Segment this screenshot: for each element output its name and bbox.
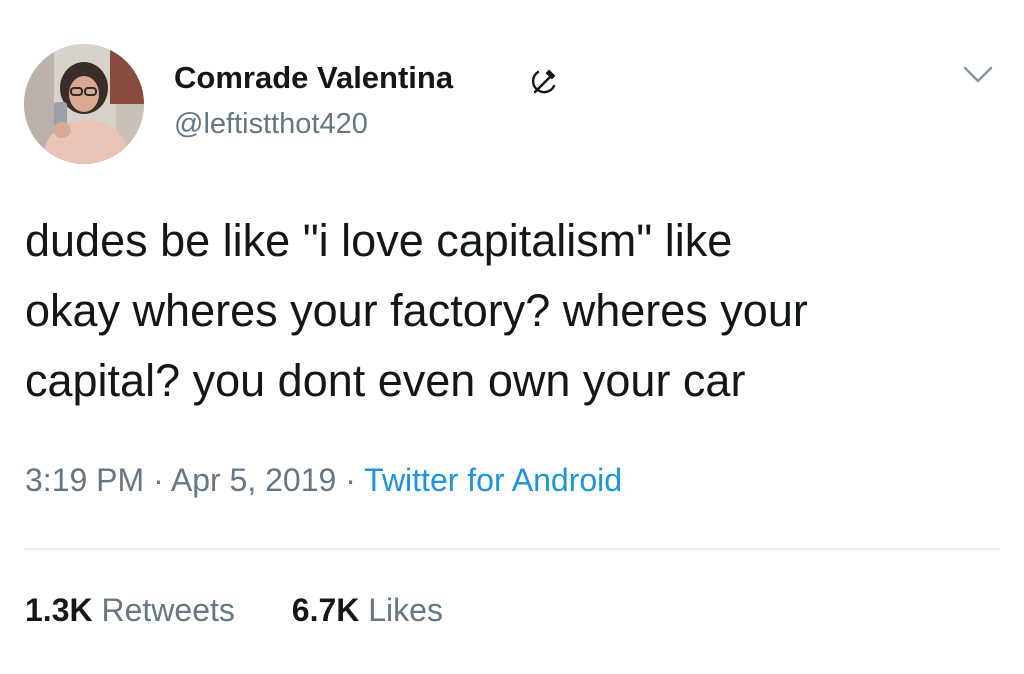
meta-separator: · [336,462,365,498]
tweet-card: Comrade Valentina @leftistthot420 dudes … [0,0,1024,674]
likes-stat[interactable]: 6.7K Likes [292,592,443,629]
retweets-count: 1.3K [25,592,93,628]
retweets-label: Retweets [101,592,235,628]
tweet-stats: 1.3K Retweets 6.7K Likes [25,592,443,629]
hammer-and-sickle-icon [531,69,556,94]
avatar-photo [24,44,144,164]
likes-count: 6.7K [291,592,360,628]
tweet-time[interactable]: 3:19 PM [25,462,144,498]
user-handle[interactable]: @leftistthot420 [174,108,368,141]
likes-label: Likes [368,592,443,628]
avatar[interactable] [24,44,144,164]
chevron-down-icon[interactable] [958,60,998,90]
meta-separator: · [144,462,171,498]
display-name[interactable]: Comrade Valentina [174,60,453,96]
tweet-text: dudes be like "i love capitalism" like o… [25,215,808,406]
divider [24,548,1000,550]
tweet-meta: 3:19 PM · Apr 5, 2019 · Twitter for Andr… [25,462,622,499]
retweets-stat[interactable]: 1.3K Retweets [25,592,235,629]
tweet-date[interactable]: Apr 5, 2019 [171,462,336,498]
tweet-source-link[interactable]: Twitter for Android [364,462,622,498]
